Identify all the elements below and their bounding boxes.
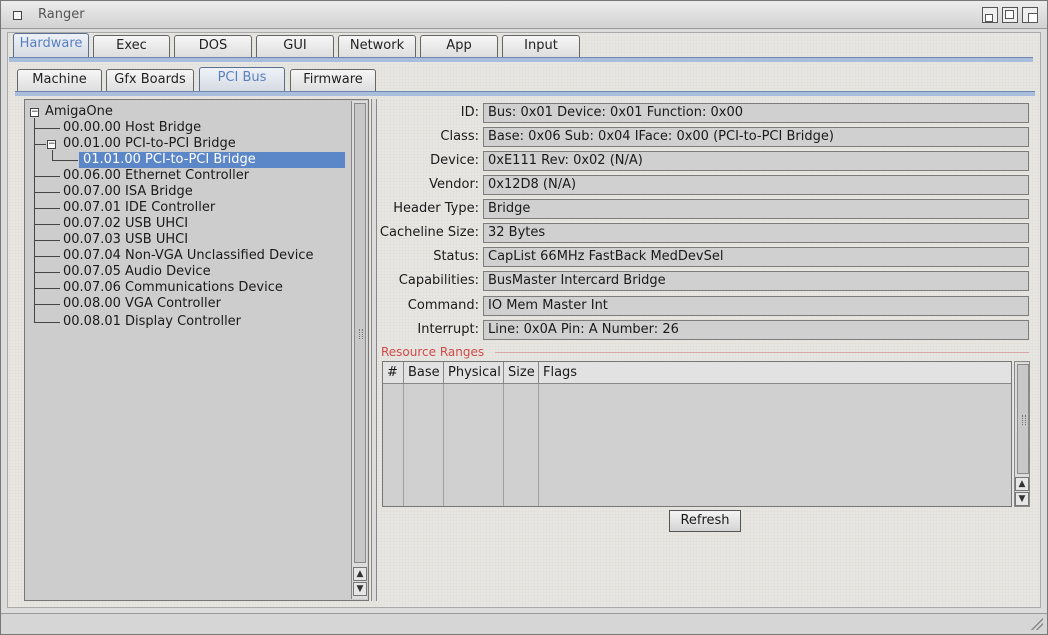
depth-icon[interactable] <box>1022 7 1038 23</box>
label-interrupt: Interrupt: <box>417 322 479 337</box>
tree-item[interactable]: 00.07.06 Communications Device <box>63 280 283 296</box>
value-capabilities: BusMaster Intercard Bridge <box>483 271 1029 291</box>
tree-line <box>34 118 35 323</box>
tab-app[interactable]: App <box>420 35 498 57</box>
group-line <box>495 352 1029 353</box>
resource-table[interactable]: # Base Physical Size Flags <box>382 361 1012 507</box>
tree-item[interactable]: 00.07.00 ISA Bridge <box>63 184 193 200</box>
value-command: IO Mem Master Int <box>483 296 1029 316</box>
tab-machine[interactable]: Machine <box>17 69 102 91</box>
zoom-icon[interactable] <box>1002 7 1018 23</box>
tree-item[interactable]: 00.00.00 Host Bridge <box>63 120 201 136</box>
label-id: ID: <box>460 105 479 120</box>
label-capabilities: Capabilities: <box>398 273 479 288</box>
col-header-index[interactable]: # <box>383 362 404 384</box>
tab-pci-bus[interactable]: PCI Bus <box>199 67 285 92</box>
col-header-physical[interactable]: Physical <box>444 362 504 384</box>
col-header-flags[interactable]: Flags <box>539 362 1011 384</box>
label-status: Status: <box>433 249 479 264</box>
label-command: Command: <box>407 298 479 313</box>
title-bar[interactable]: Ranger <box>1 1 1047 29</box>
tab-dos[interactable]: DOS <box>174 35 252 57</box>
tree-line <box>34 288 60 289</box>
tree-item[interactable]: 00.08.01 Display Controller <box>63 314 241 330</box>
ranger-window: Ranger Hardware Exec DOS GUI Network App… <box>0 0 1048 635</box>
tree-item-selected[interactable]: 01.01.00 PCI-to-PCI Bridge <box>79 152 345 168</box>
value-header-type: Bridge <box>483 199 1029 219</box>
tab-hardware[interactable]: Hardware <box>13 33 89 58</box>
tree-line <box>34 240 60 241</box>
tab-input[interactable]: Input <box>502 35 580 57</box>
value-interrupt: Line: 0x0A Pin: A Number: 26 <box>483 320 1029 340</box>
grip-icon <box>1022 415 1026 425</box>
resource-scrollbar[interactable]: ▲ ▼ <box>1014 361 1030 507</box>
column-divider <box>538 384 539 506</box>
tree-line <box>34 208 60 209</box>
label-vendor: Vendor: <box>429 177 479 192</box>
scroll-up-icon[interactable]: ▲ <box>1015 477 1029 491</box>
tree-line <box>34 256 60 257</box>
scroll-down-icon[interactable]: ▼ <box>353 582 367 596</box>
value-status: CapList 66MHz FastBack MedDevSel <box>483 247 1029 267</box>
resource-ranges-label: Resource Ranges <box>381 345 485 359</box>
value-vendor: 0x12D8 (N/A) <box>483 175 1029 195</box>
tree-line <box>34 304 60 305</box>
label-class: Class: <box>440 129 479 144</box>
close-icon[interactable] <box>13 11 22 20</box>
column-divider <box>403 384 404 506</box>
iconify-icon[interactable] <box>982 7 998 23</box>
tree-line <box>34 224 60 225</box>
tab-firmware[interactable]: Firmware <box>290 69 376 91</box>
tab-gfx-boards[interactable]: Gfx Boards <box>106 69 194 91</box>
scroll-down-icon[interactable]: ▼ <box>1015 492 1029 506</box>
col-header-size[interactable]: Size <box>504 362 539 384</box>
tree-line <box>34 176 60 177</box>
label-header-type: Header Type: <box>393 201 479 216</box>
tree-item[interactable]: 00.08.00 VGA Controller <box>63 296 221 312</box>
tab-gui[interactable]: GUI <box>256 35 334 57</box>
collapse-icon[interactable]: − <box>47 140 56 149</box>
subtab-underline <box>15 91 1035 96</box>
value-device: 0xE111 Rev: 0x02 (N/A) <box>483 151 1029 171</box>
tab-exec[interactable]: Exec <box>93 35 170 57</box>
tree-line <box>34 128 60 129</box>
tab-underline <box>9 57 1033 62</box>
tree-item[interactable]: 00.07.02 USB UHCI <box>63 216 188 232</box>
label-cacheline-size: Cacheline Size: <box>379 225 479 240</box>
window-title: Ranger <box>38 7 85 22</box>
tree-line <box>34 192 60 193</box>
tree-item[interactable]: 00.07.03 USB UHCI <box>63 232 188 248</box>
resize-icon[interactable] <box>1031 618 1043 630</box>
column-divider <box>503 384 504 506</box>
tree-line <box>34 144 46 145</box>
tree-root[interactable]: AmigaOne <box>45 104 113 120</box>
tree-line <box>34 272 60 273</box>
tab-network[interactable]: Network <box>338 35 416 57</box>
tree-item[interactable]: 00.07.01 IDE Controller <box>63 200 215 216</box>
resource-scroll-thumb[interactable] <box>1017 364 1029 474</box>
value-class: Base: 0x06 Sub: 0x04 IFace: 0x00 (PCI-to… <box>483 127 1029 147</box>
tree-line <box>34 322 60 323</box>
status-bar <box>1 613 1047 634</box>
collapse-icon[interactable]: − <box>30 108 39 117</box>
tree-line <box>52 160 78 161</box>
tree-item[interactable]: 00.01.00 PCI-to-PCI Bridge <box>63 136 236 152</box>
scroll-up-icon[interactable]: ▲ <box>353 567 367 581</box>
label-device: Device: <box>430 153 479 168</box>
col-header-base[interactable]: Base <box>404 362 444 384</box>
tree-item[interactable]: 00.07.05 Audio Device <box>63 264 211 280</box>
column-divider <box>443 384 444 506</box>
tree-item[interactable]: 00.06.00 Ethernet Controller <box>63 168 249 184</box>
value-id: Bus: 0x01 Device: 0x01 Function: 0x00 <box>483 103 1029 123</box>
tree-item[interactable]: 00.07.04 Non-VGA Unclassified Device <box>63 248 314 264</box>
refresh-button[interactable]: Refresh <box>669 510 741 532</box>
value-cacheline-size: 32 Bytes <box>483 223 1029 243</box>
